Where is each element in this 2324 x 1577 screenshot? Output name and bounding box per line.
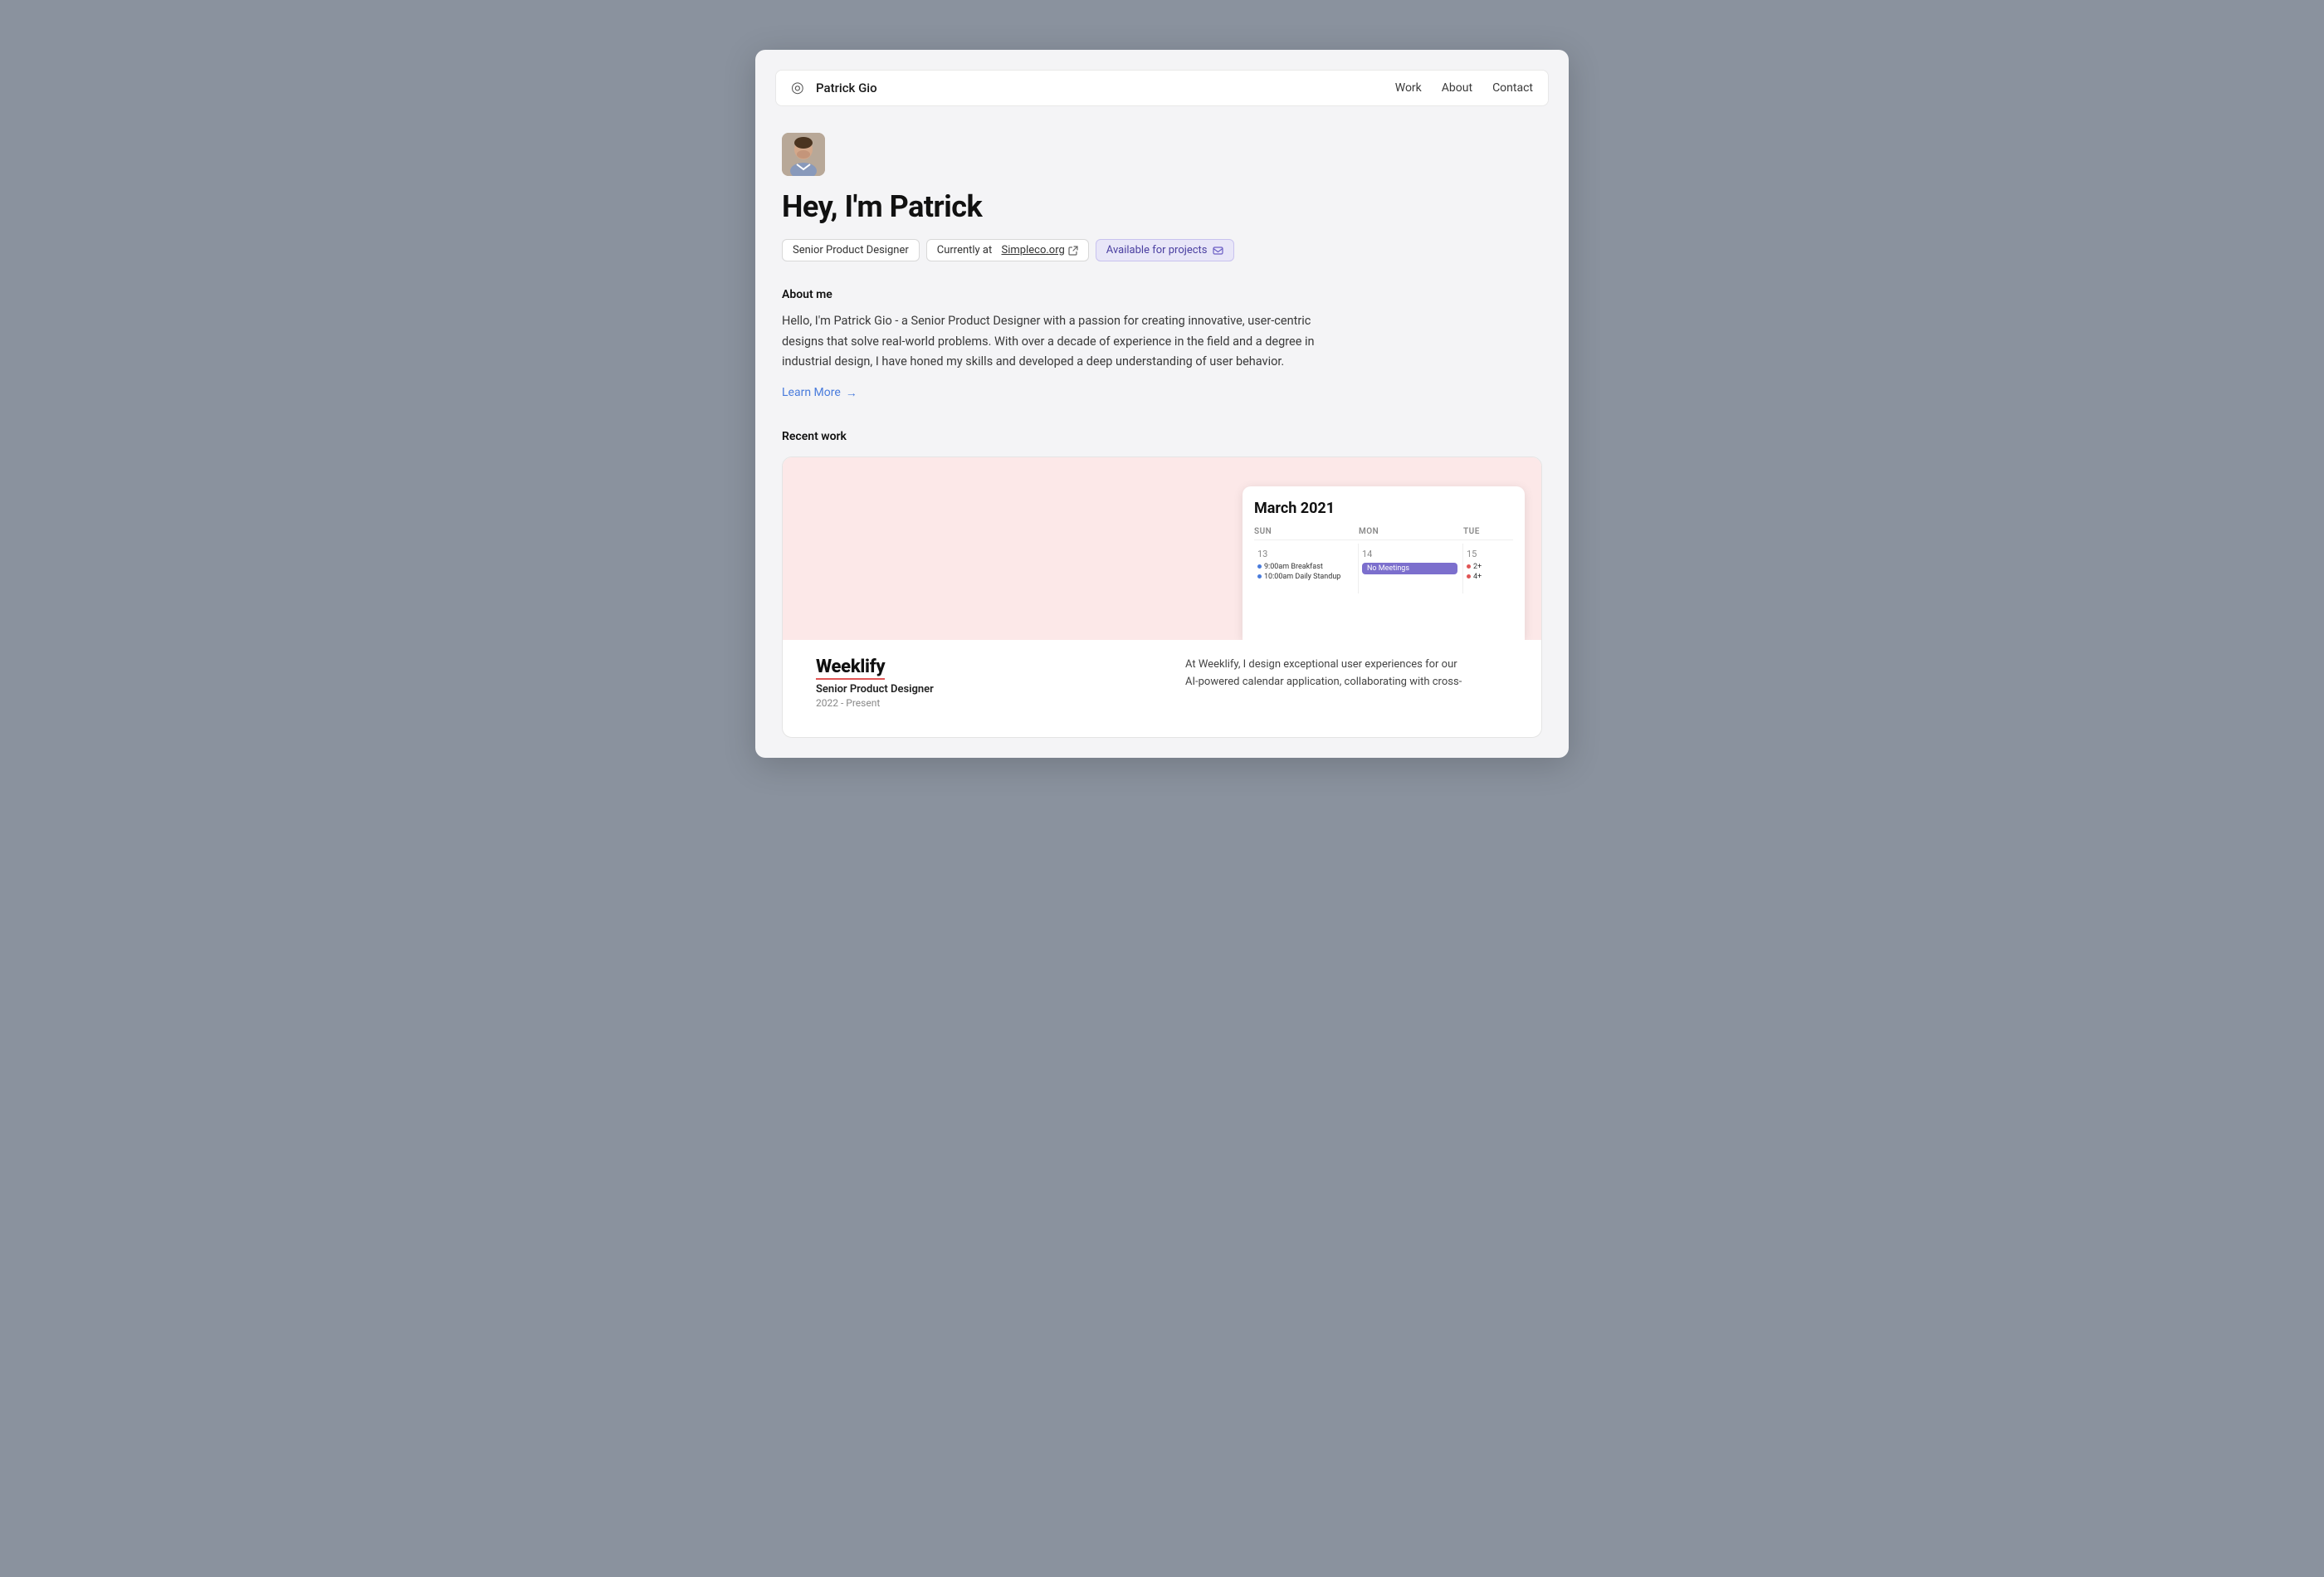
work-card-info-left: Weeklify Senior Product Designer 2022 - … bbox=[799, 640, 1155, 717]
badges-row: Senior Product Designer Currently at Sim… bbox=[782, 239, 1542, 261]
project-description: At Weeklify, I design exceptional user e… bbox=[1185, 657, 1467, 691]
calendar-header: SUN MON TUE bbox=[1254, 527, 1513, 540]
badge-available-text: Available for projects bbox=[1106, 244, 1208, 256]
nav-contact[interactable]: Contact bbox=[1492, 81, 1533, 95]
work-card-body: Weeklify Senior Product Designer 2022 - … bbox=[783, 640, 1541, 717]
recent-work-section: Recent work March 2021 SUN MON TUE 13 bbox=[782, 430, 1542, 738]
cal-event-tue-1: 2+ bbox=[1467, 563, 1508, 571]
cal-event-tue-1-text: 2+ bbox=[1473, 563, 1482, 571]
cal-header-tue: TUE bbox=[1463, 527, 1513, 536]
cal-event-tue-2-text: 4+ bbox=[1473, 573, 1482, 581]
badge-company: Currently at Simpleco.org bbox=[926, 239, 1089, 261]
cal-event-breakfast: 9:00am Breakfast bbox=[1257, 563, 1353, 571]
app-window: ◎ Patrick Gio Work About Contact bbox=[755, 50, 1569, 758]
cal-header-mon: MON bbox=[1359, 527, 1463, 536]
cal-cell-sun: 13 9:00am Breakfast 10:00am Daily Standu… bbox=[1254, 544, 1359, 593]
logo-icon: ◎ bbox=[791, 79, 809, 97]
about-section: About me Hello, I'm Patrick Gio - a Seni… bbox=[782, 288, 1542, 400]
cal-event-standup: 10:00am Daily Standup bbox=[1257, 573, 1353, 581]
work-card-image: March 2021 SUN MON TUE 13 9:00am B bbox=[783, 457, 1541, 640]
brand-name: Patrick Gio bbox=[816, 81, 877, 95]
recent-work-label: Recent work bbox=[782, 430, 1542, 443]
mail-icon bbox=[1213, 245, 1223, 256]
avatar-image bbox=[782, 133, 825, 176]
project-year: 2022 - Present bbox=[816, 697, 1139, 709]
avatar-wrap bbox=[782, 133, 1542, 176]
cal-dot-1 bbox=[1257, 564, 1262, 569]
navbar-links: Work About Contact bbox=[1395, 81, 1533, 95]
cal-cell-mon: 14 No Meetings bbox=[1359, 544, 1463, 593]
learn-more-link[interactable]: Learn More → bbox=[782, 386, 1542, 400]
cal-dot-4 bbox=[1467, 574, 1471, 579]
badge-available: Available for projects bbox=[1096, 239, 1234, 261]
cal-event-standup-text: 10:00am Daily Standup bbox=[1264, 573, 1340, 581]
calendar-title: March 2021 bbox=[1254, 500, 1513, 517]
about-text: Hello, I'm Patrick Gio - a Senior Produc… bbox=[782, 311, 1346, 373]
cal-no-meetings: No Meetings bbox=[1362, 563, 1457, 574]
calendar-preview: March 2021 SUN MON TUE 13 9:00am B bbox=[1243, 486, 1525, 640]
project-role: Senior Product Designer bbox=[816, 683, 1139, 696]
cal-cell-tue: 15 2+ 4+ bbox=[1463, 544, 1513, 593]
work-card-weeklify: March 2021 SUN MON TUE 13 9:00am B bbox=[782, 456, 1542, 738]
cal-date-14: 14 bbox=[1362, 549, 1457, 559]
project-name: Weeklify bbox=[816, 657, 1139, 680]
main-content: Hey, I'm Patrick Senior Product Designer… bbox=[775, 133, 1549, 738]
learn-more-text: Learn More bbox=[782, 386, 841, 399]
external-link-icon bbox=[1068, 246, 1078, 256]
hero-title: Hey, I'm Patrick bbox=[782, 189, 1542, 224]
cal-event-tue-2: 4+ bbox=[1467, 573, 1508, 581]
badge-company-name[interactable]: Simpleco.org bbox=[1002, 244, 1065, 256]
cal-dot-2 bbox=[1257, 574, 1262, 579]
avatar bbox=[782, 133, 825, 176]
calendar-body: 13 9:00am Breakfast 10:00am Daily Standu… bbox=[1254, 544, 1513, 593]
nav-about[interactable]: About bbox=[1442, 81, 1472, 95]
nav-work[interactable]: Work bbox=[1395, 81, 1422, 95]
cal-dot-3 bbox=[1467, 564, 1471, 569]
navbar: ◎ Patrick Gio Work About Contact bbox=[775, 70, 1549, 106]
badge-role: Senior Product Designer bbox=[782, 239, 920, 261]
work-card-info-right: At Weeklify, I design exceptional user e… bbox=[1169, 640, 1525, 717]
badge-company-prefix: Currently at bbox=[937, 244, 993, 256]
cal-header-sun: SUN bbox=[1254, 527, 1359, 536]
arrow-icon: → bbox=[846, 386, 857, 400]
cal-date-13: 13 bbox=[1257, 549, 1353, 559]
about-label: About me bbox=[782, 288, 1542, 301]
cal-date-15: 15 bbox=[1467, 549, 1508, 559]
project-name-text: Weeklify bbox=[816, 657, 885, 680]
cal-event-breakfast-text: 9:00am Breakfast bbox=[1264, 563, 1323, 571]
navbar-brand: ◎ Patrick Gio bbox=[791, 79, 877, 97]
